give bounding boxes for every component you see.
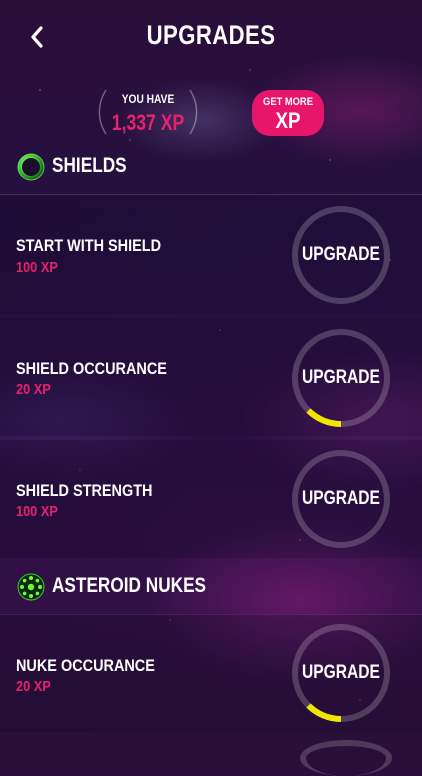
upgrade-row-shield-strength: SHIELD STRENGTH 100 XP UPGRADE	[0, 440, 422, 558]
upgrade-button-label: UPGRADE	[302, 367, 380, 388]
section-header-shields: SHIELDS	[0, 146, 422, 195]
upgrade-cost: 100 XP	[16, 259, 58, 276]
section-divider	[0, 194, 422, 195]
next-upgrade-ring-peek	[300, 740, 392, 776]
upgrade-button[interactable]: UPGRADE	[290, 622, 392, 724]
upgrade-cost: 20 XP	[16, 678, 51, 695]
page-title: UPGRADES	[146, 20, 276, 50]
xp-balance-panel: YOU HAVE 1,337 XP	[96, 86, 200, 138]
upgrade-cost: 20 XP	[16, 381, 51, 398]
you-have-label: YOU HAVE	[121, 92, 175, 106]
ring-progress	[306, 408, 342, 427]
upgrade-button-label: UPGRADE	[302, 662, 380, 683]
upgrade-button[interactable]: UPGRADE	[290, 327, 392, 429]
section-title-shields: SHIELDS	[52, 154, 127, 177]
get-more-xp-label: XP	[275, 108, 301, 133]
nuke-burst-icon	[17, 573, 45, 601]
shield-orb-icon	[17, 153, 45, 181]
upgrade-button[interactable]: UPGRADE	[290, 448, 392, 550]
upgrade-name: SHIELD STRENGTH	[16, 481, 153, 500]
upgrade-cost: 100 XP	[16, 503, 58, 520]
get-more-label: GET MORE	[263, 96, 313, 108]
upgrade-row-start-with-shield: START WITH SHIELD 100 XP UPGRADE	[0, 196, 422, 314]
upgrade-row-shield-occurance: SHIELD OCCURANCE 20 XP UPGRADE	[0, 318, 422, 436]
upgrade-button[interactable]: UPGRADE	[290, 204, 392, 306]
upgrade-name: START WITH SHIELD	[16, 236, 162, 255]
upgrade-name: SHIELD OCCURANCE	[16, 359, 167, 378]
section-header-asteroid-nukes: ASTEROID NUKES	[0, 566, 422, 615]
get-more-xp-button[interactable]: GET MORE XP	[252, 90, 324, 136]
upgrade-row-nuke-occurance: NUKE OCCURANCE 20 XP UPGRADE	[0, 614, 422, 732]
ring-progress	[306, 703, 342, 722]
upgrade-button-label: UPGRADE	[302, 244, 380, 265]
upgrade-button-label: UPGRADE	[302, 488, 380, 509]
header: UPGRADES	[0, 0, 422, 75]
upgrade-name: NUKE OCCURANCE	[16, 656, 155, 675]
section-title-asteroid-nukes: ASTEROID NUKES	[52, 574, 207, 597]
xp-amount: 1,337 XP	[111, 110, 185, 135]
